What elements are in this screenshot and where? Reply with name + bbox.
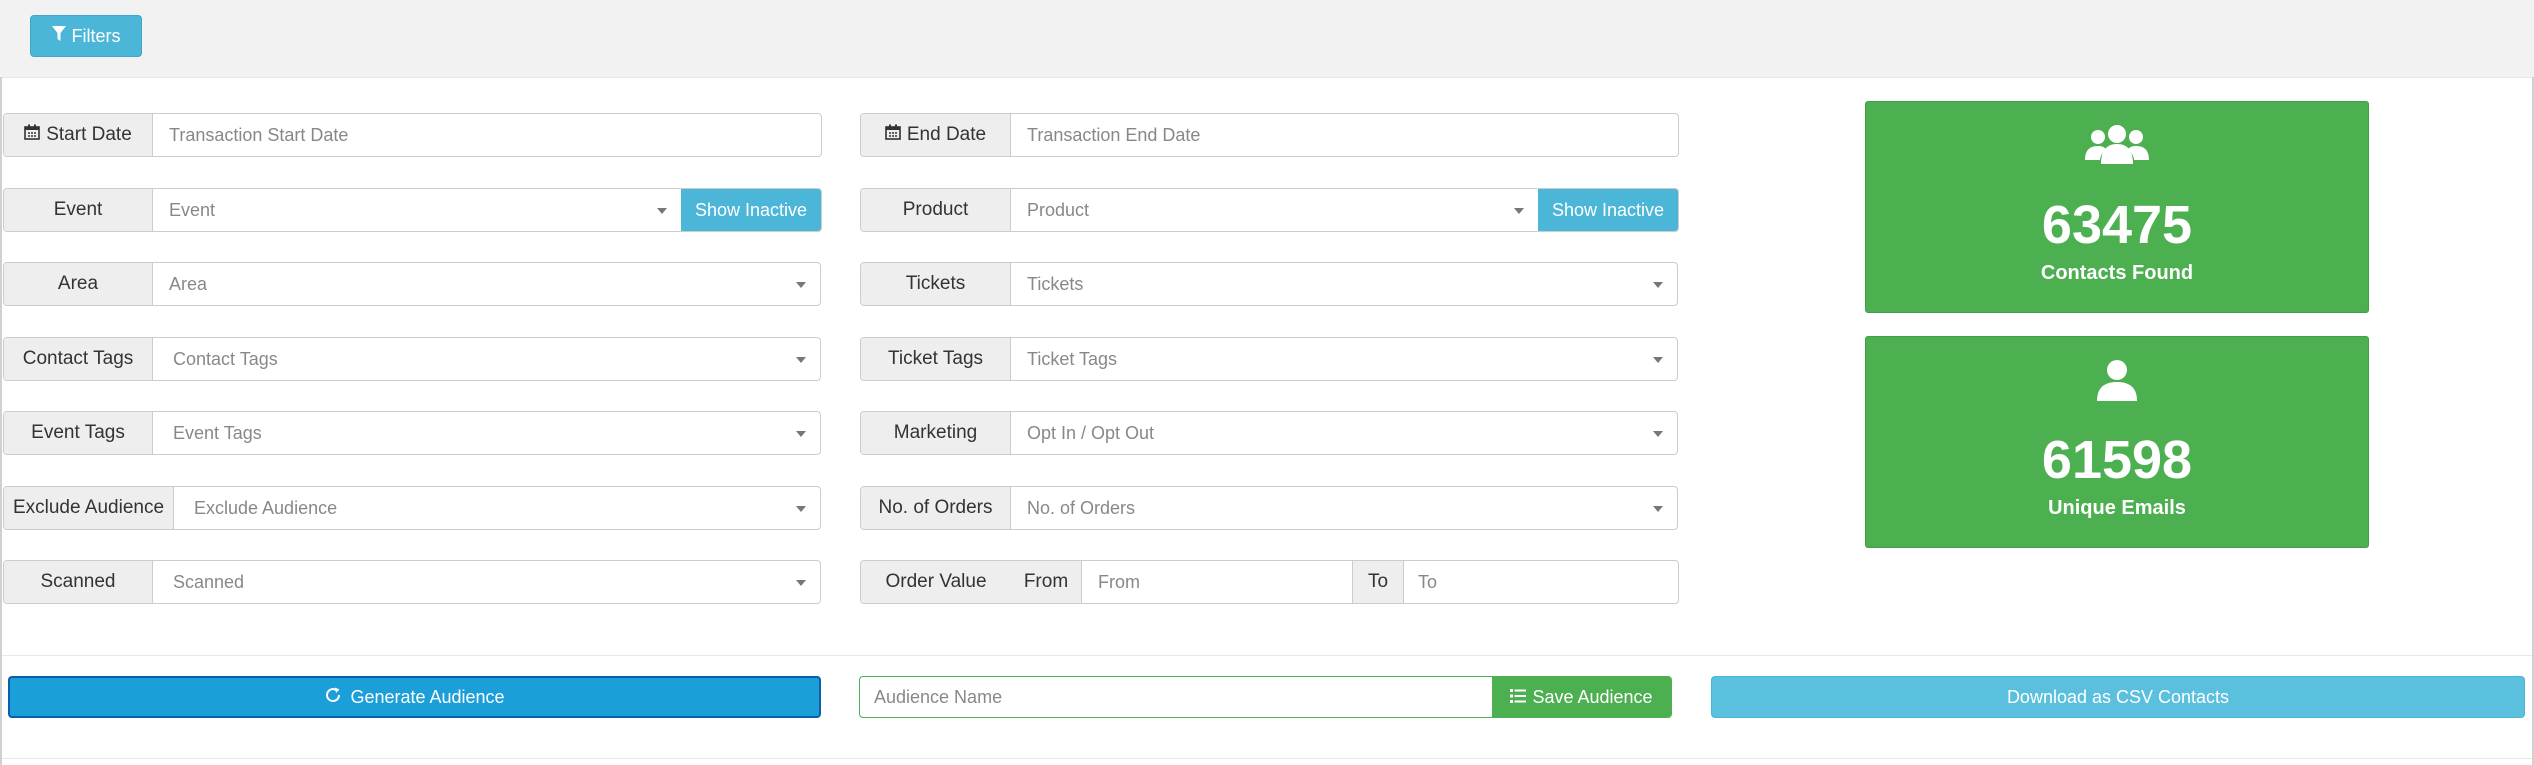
event-tags-select[interactable]: Event Tags — [153, 412, 820, 454]
unique-emails-label: Unique Emails — [2048, 497, 2186, 519]
event-select[interactable]: Event — [153, 189, 681, 231]
marketing-label: Marketing — [861, 412, 1011, 454]
user-icon — [1866, 359, 2368, 401]
calendar-icon — [885, 124, 901, 146]
end-date-input[interactable]: Transaction End Date — [1011, 114, 1678, 156]
marketing-select[interactable]: Opt In / Opt Out — [1011, 412, 1677, 454]
event-tags-label: Event Tags — [4, 412, 153, 454]
filter-icon — [51, 25, 66, 47]
order-value-label: Order Value — [861, 561, 1011, 603]
ticket-tags-group: Ticket Tags Ticket Tags — [860, 337, 1678, 381]
order-value-group: Order Value From From To To — [860, 560, 1679, 604]
audience-name-input[interactable]: Audience Name — [860, 677, 1492, 717]
contact-tags-group: Contact Tags Contact Tags — [3, 337, 821, 381]
save-audience-button[interactable]: Save Audience — [1492, 677, 1671, 717]
no-of-orders-select[interactable]: No. of Orders — [1011, 487, 1677, 529]
contact-tags-select[interactable]: Contact Tags — [153, 338, 820, 380]
end-date-label: End Date — [906, 124, 987, 145]
filters-button-label: Filters — [71, 25, 121, 46]
product-label: Product — [861, 189, 1011, 231]
order-value-to-label: To — [1352, 561, 1404, 603]
end-date-addon: End Date — [861, 114, 1011, 156]
end-date-group: End Date Transaction End Date — [860, 113, 1679, 157]
exclude-audience-select[interactable]: Exclude Audience — [174, 487, 820, 529]
generate-audience-button[interactable]: Generate Audience — [8, 676, 821, 718]
bottom-divider — [2, 758, 2532, 759]
start-date-input[interactable]: Transaction Start Date — [153, 114, 821, 156]
start-date-addon: Start Date — [4, 114, 153, 156]
tickets-label: Tickets — [861, 263, 1011, 305]
filters-toolbar: Filters — [0, 0, 2534, 78]
contacts-found-label: Contacts Found — [2040, 262, 2194, 284]
event-group: Event Event Show Inactive — [3, 188, 822, 232]
product-select[interactable]: Product — [1011, 189, 1538, 231]
event-show-inactive-button[interactable]: Show Inactive — [681, 189, 821, 231]
contact-tags-label: Contact Tags — [4, 338, 153, 380]
ticket-tags-select[interactable]: Ticket Tags — [1011, 338, 1677, 380]
marketing-group: Marketing Opt In / Opt Out — [860, 411, 1678, 455]
exclude-audience-group: Exclude Audience Exclude Audience — [3, 486, 821, 530]
tickets-group: Tickets Tickets — [860, 262, 1678, 306]
contacts-found-card: 63475 Contacts Found — [1865, 101, 2369, 313]
area-select[interactable]: Area — [153, 263, 820, 305]
left-border — [0, 77, 2, 765]
scanned-group: Scanned Scanned — [3, 560, 821, 604]
no-of-orders-label: No. of Orders — [861, 487, 1011, 529]
refresh-icon — [324, 686, 342, 709]
scanned-label: Scanned — [4, 561, 153, 603]
unique-emails-value: 61598 — [2041, 430, 2193, 490]
area-group: Area Area — [3, 262, 821, 306]
tickets-select[interactable]: Tickets — [1011, 263, 1677, 305]
order-value-from-label: From — [1011, 561, 1082, 603]
users-icon — [1866, 124, 2368, 166]
start-date-label: Start Date — [46, 124, 132, 145]
product-show-inactive-button[interactable]: Show Inactive — [1538, 189, 1678, 231]
area-label: Area — [4, 263, 153, 305]
filters-button[interactable]: Filters — [30, 15, 142, 57]
section-divider — [2, 655, 2532, 656]
no-of-orders-group: No. of Orders No. of Orders — [860, 486, 1678, 530]
scanned-select[interactable]: Scanned — [153, 561, 820, 603]
event-tags-group: Event Tags Event Tags — [3, 411, 821, 455]
order-value-from-input[interactable]: From — [1082, 561, 1352, 603]
start-date-group: Start Date Transaction Start Date — [3, 113, 822, 157]
ticket-tags-label: Ticket Tags — [861, 338, 1011, 380]
list-icon — [1510, 687, 1527, 708]
generate-audience-label: Generate Audience — [350, 686, 505, 707]
audience-name-group: Audience Name Save Audience — [859, 676, 1672, 718]
event-label: Event — [4, 189, 153, 231]
product-group: Product Product Show Inactive — [860, 188, 1679, 232]
order-value-to-input[interactable]: To — [1404, 561, 1678, 603]
calendar-icon — [24, 124, 41, 146]
unique-emails-card: 61598 Unique Emails — [1865, 336, 2369, 548]
exclude-audience-label: Exclude Audience — [4, 487, 174, 529]
contacts-found-value: 63475 — [2041, 195, 2193, 255]
save-audience-label: Save Audience — [1532, 686, 1653, 707]
download-csv-button[interactable]: Download as CSV Contacts — [1711, 676, 2525, 718]
